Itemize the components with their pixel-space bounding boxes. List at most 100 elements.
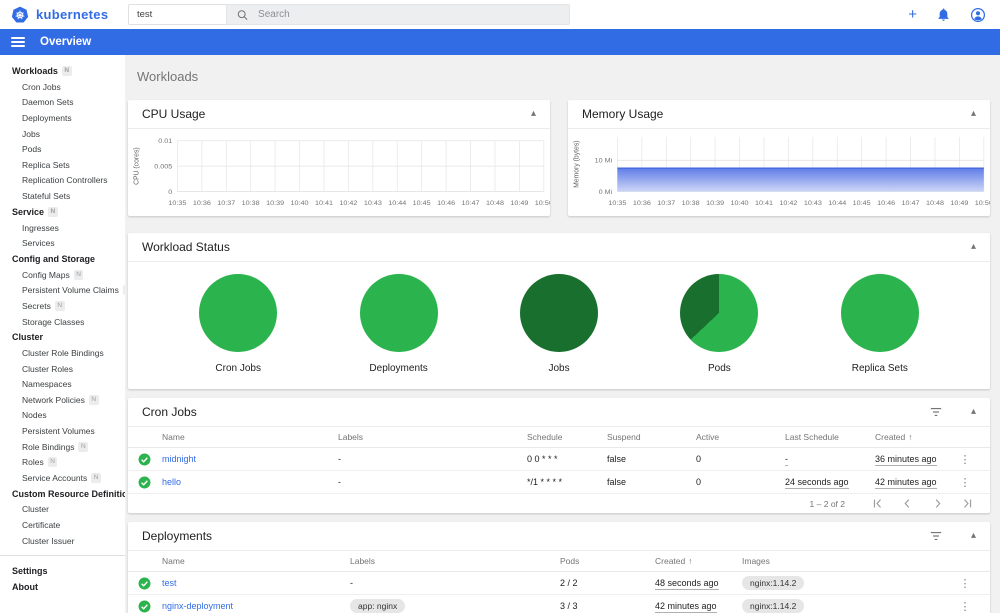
notifications-bell-icon[interactable] xyxy=(936,7,951,22)
cpu-usage-card: CPU Usage ▴ 10:35 10:36 10:37 10:38 10:39 10:… xyxy=(128,100,550,216)
sidebar-section-label: Workloads xyxy=(12,66,58,76)
sidebar-item[interactable]: Role Bindings N xyxy=(0,439,125,455)
cron-job-row: midnight - 0 0 * * * false 0 - 36 minute… xyxy=(128,448,990,471)
kubernetes-logo[interactable]: kubernetes xyxy=(10,5,108,25)
sidebar-item[interactable]: Persistent Volume Claims N xyxy=(0,283,125,299)
deployments-title: Deployments xyxy=(142,529,213,543)
sidebar-section-label: Service xyxy=(12,206,45,217)
sidebar-section-label: Custom Resource Definitions xyxy=(12,488,125,499)
cron-job-row: hello - */1 * * * * false 0 24 seconds a… xyxy=(128,471,990,494)
chevron-left-icon[interactable] xyxy=(901,497,914,510)
cell-suspend: false xyxy=(607,454,627,464)
column-header[interactable]: Schedule xyxy=(527,432,607,442)
last-page-icon[interactable] xyxy=(961,497,974,510)
sidebar-section-header[interactable]: Config and Storage xyxy=(0,251,125,267)
sidebar-item[interactable]: Deployments xyxy=(0,110,125,126)
cron-jobs-header-row: Name Labels Schedule Suspend Active Last… xyxy=(128,427,990,448)
row-menu-button[interactable]: ⋮ xyxy=(960,577,971,590)
collapse-card-button[interactable]: ▴ xyxy=(971,407,976,417)
deployment-name-link[interactable]: test xyxy=(162,578,350,588)
sidebar-section-header[interactable]: Cluster xyxy=(0,329,125,345)
sidebar-item[interactable]: Services xyxy=(0,235,125,251)
namespace-select[interactable]: test ▾ xyxy=(128,4,240,25)
svg-text:10:46: 10:46 xyxy=(437,200,455,207)
sidebar-item[interactable]: Service Accounts N xyxy=(0,470,125,486)
sidebar-section-header[interactable]: Service N xyxy=(0,204,125,220)
sidebar-item[interactable]: Cron Jobs xyxy=(0,79,125,95)
row-menu-button[interactable]: ⋮ xyxy=(960,600,971,613)
column-header[interactable]: Name xyxy=(162,432,338,442)
sidebar-item[interactable]: Ingresses xyxy=(0,220,125,236)
sidebar-item-label: Storage Classes xyxy=(22,316,85,327)
image-chip: nginx:1.14.2 xyxy=(742,576,805,590)
column-header[interactable]: Last Schedule xyxy=(785,432,875,442)
logo-wordmark: kubernetes xyxy=(36,7,109,22)
collapse-card-button[interactable]: ▴ xyxy=(531,109,536,119)
sidebar-footer-item[interactable]: Settings xyxy=(0,563,125,579)
sidebar-item[interactable]: Config Maps N xyxy=(0,267,125,283)
sidebar-item[interactable]: Namespaces xyxy=(0,377,125,393)
create-resource-button[interactable]: + xyxy=(908,7,917,22)
sidebar-item[interactable]: Cluster Role Bindings xyxy=(0,345,125,361)
search-input[interactable] xyxy=(258,9,560,20)
sidebar-footer-item[interactable]: About xyxy=(0,579,125,595)
sidebar-item[interactable]: Cluster xyxy=(0,502,125,518)
search-bar[interactable] xyxy=(226,4,570,25)
filter-button[interactable] xyxy=(929,406,943,418)
sidebar-item[interactable]: Pods xyxy=(0,141,125,157)
sidebar-item[interactable]: Secrets N xyxy=(0,298,125,314)
sidebar-item[interactable]: Jobs xyxy=(0,126,125,142)
sidebar-section-header[interactable]: Workloads N xyxy=(0,63,125,79)
cronjob-name-link[interactable]: midnight xyxy=(162,454,338,464)
page-title: Workloads xyxy=(137,69,199,84)
svg-text:10:40: 10:40 xyxy=(291,200,309,207)
collapse-card-button[interactable]: ▴ xyxy=(971,109,976,119)
row-menu-button[interactable]: ⋮ xyxy=(960,476,971,489)
column-header[interactable]: Labels xyxy=(350,556,560,566)
sidebar-item-label: Replication Controllers xyxy=(22,175,108,186)
svg-text:10:35: 10:35 xyxy=(608,200,626,207)
deployment-name-link[interactable]: nginx-deployment xyxy=(162,601,350,611)
svg-text:CPU (cores): CPU (cores) xyxy=(133,147,140,185)
sidebar-item[interactable]: Roles N xyxy=(0,454,125,470)
sidebar-section-label: Cluster xyxy=(12,332,44,343)
sidebar-item[interactable]: Storage Classes xyxy=(0,314,125,330)
first-page-icon[interactable] xyxy=(871,497,884,510)
column-header[interactable]: Pods xyxy=(560,556,655,566)
svg-text:10:45: 10:45 xyxy=(413,200,431,207)
sidebar-item[interactable]: Certificate xyxy=(0,517,125,533)
column-header[interactable]: Name xyxy=(162,556,350,566)
column-header[interactable]: Active xyxy=(696,432,785,442)
sidebar-item[interactable]: Replication Controllers xyxy=(0,173,125,189)
namespaced-badge: N xyxy=(88,394,99,405)
collapse-card-button[interactable]: ▴ xyxy=(971,242,976,252)
column-header[interactable]: Created ↑ xyxy=(875,432,950,442)
cell-suspend: false xyxy=(607,477,627,487)
column-header[interactable]: Images xyxy=(742,556,950,566)
sidebar-footer-label: About xyxy=(12,582,38,593)
sidebar-item[interactable]: Nodes xyxy=(0,408,125,424)
filter-button[interactable] xyxy=(929,530,943,542)
account-user-icon[interactable] xyxy=(970,7,986,23)
sidebar-section-header[interactable]: Custom Resource Definitions xyxy=(0,486,125,502)
sidebar-item[interactable]: Stateful Sets xyxy=(0,188,125,204)
sidebar-item[interactable]: Persistent Volumes xyxy=(0,423,125,439)
column-header[interactable]: Suspend xyxy=(607,432,696,442)
sidebar-item[interactable]: Cluster Issuer xyxy=(0,533,125,549)
namespaced-badge: N xyxy=(91,472,101,483)
sidebar-divider xyxy=(0,555,125,557)
cronjob-name-link[interactable]: hello xyxy=(162,477,338,487)
sidebar-item[interactable]: Daemon Sets xyxy=(0,95,125,111)
sidebar-item[interactable]: Network Policies N xyxy=(0,392,125,408)
sidebar-item-label: Service Accounts xyxy=(22,472,88,483)
column-header[interactable]: Created ↑ xyxy=(655,556,742,566)
memory-usage-title: Memory Usage xyxy=(582,107,664,121)
workload-pie xyxy=(680,274,759,352)
column-header[interactable]: Labels xyxy=(338,432,527,442)
sidebar-item[interactable]: Cluster Roles xyxy=(0,361,125,377)
chevron-right-icon[interactable] xyxy=(931,497,944,510)
collapse-card-button[interactable]: ▴ xyxy=(971,531,976,541)
sidebar-item[interactable]: Replica Sets xyxy=(0,157,125,173)
hamburger-menu-icon[interactable] xyxy=(11,36,25,48)
row-menu-button[interactable]: ⋮ xyxy=(960,453,971,466)
